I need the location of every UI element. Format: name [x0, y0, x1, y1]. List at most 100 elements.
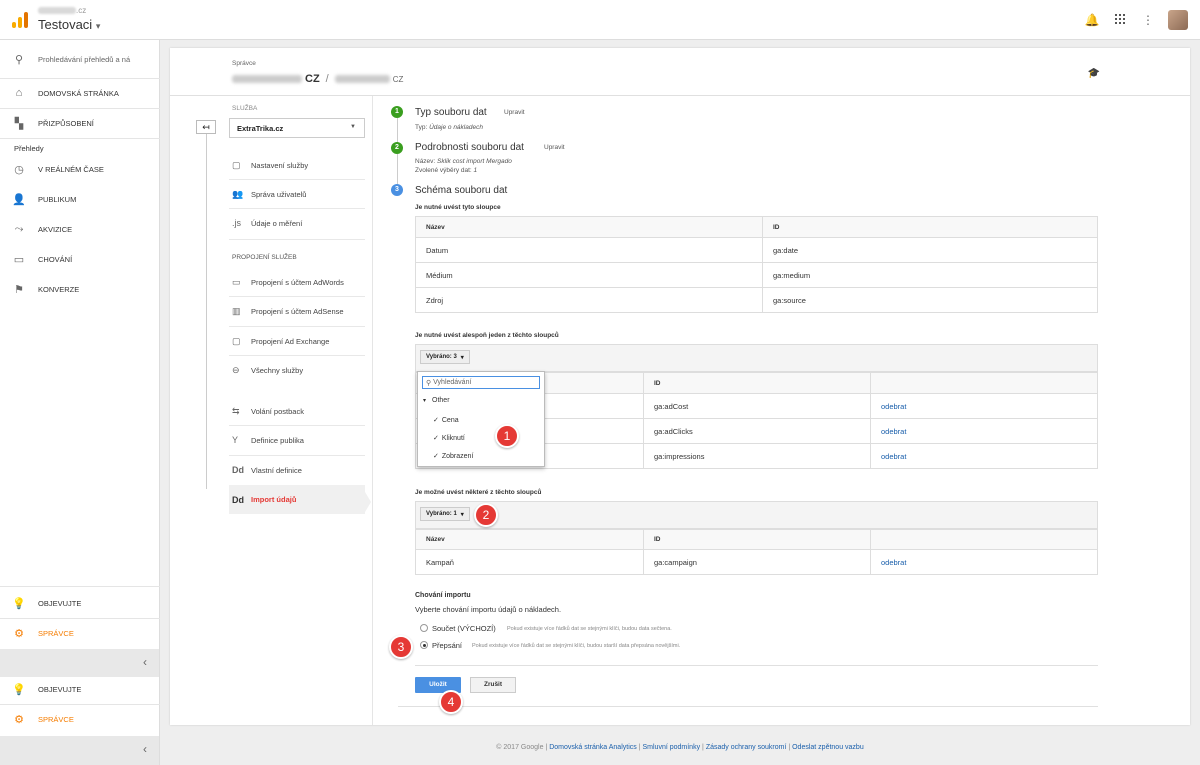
product-linking-heading: PROPOJENÍ SLUŽEB — [232, 254, 297, 261]
more-vert-icon[interactable]: ⋮ — [1140, 13, 1156, 27]
annotation-badge-2: 2 — [474, 503, 498, 527]
account-name-blurred — [232, 75, 302, 83]
table-toolbar — [415, 344, 1098, 372]
nav-conversions[interactable]: ⚑ KONVERZE — [0, 274, 159, 304]
remove-link[interactable]: odebrat — [881, 558, 906, 567]
optional-columns-dropdown[interactable]: Vybráno: 1 ▾ — [420, 507, 470, 521]
footer-link-terms[interactable]: Smluvní podmínky — [643, 744, 701, 751]
bell-icon[interactable]: 🔔 — [1084, 13, 1100, 27]
popup-option-label: Cena — [441, 416, 459, 424]
column-header-action — [870, 372, 1098, 394]
cell-id: ga:date — [762, 237, 1098, 263]
sn-label: Propojení Ad Exchange — [251, 336, 330, 346]
step-1-detail: Typ: Údaje o nákladech — [415, 124, 483, 131]
nav-behavior[interactable]: ▭ CHOVÁNÍ — [0, 244, 159, 274]
sn-adwords-linking[interactable]: ▭ Propojení s účtem AdWords — [229, 268, 365, 296]
sn-tracking-info[interactable]: .js Údaje o měření — [229, 209, 365, 237]
step-2-edit-link[interactable]: Upravit — [544, 144, 565, 151]
back-button[interactable]: ↤ — [196, 120, 216, 134]
nav-customization-label: PŘIZPŮSOBENÍ — [38, 118, 94, 128]
remove-link[interactable]: odebrat — [881, 452, 906, 461]
nav-home[interactable]: ⌂ DOMOVSKÁ STRÁNKA — [0, 78, 159, 108]
nav-behavior-label: CHOVÁNÍ — [38, 254, 73, 264]
nav-audience[interactable]: 👤 PUBLIKUM — [0, 184, 159, 214]
collapse-nav-button[interactable]: ‹ — [0, 649, 159, 677]
radio-overwrite-label[interactable]: Přepsání — [432, 641, 462, 650]
radio-sum[interactable] — [420, 624, 428, 632]
cancel-button[interactable]: Zrušit — [470, 677, 516, 693]
footer-link-home[interactable]: Domovská stránka Analytics — [549, 744, 637, 751]
popup-search-input[interactable]: ⚲ Vyhledávání — [422, 376, 540, 389]
dd-icon: Dd — [232, 494, 244, 505]
cell-name: Médium — [415, 262, 763, 288]
popup-option-cena[interactable]: ✓ Cena — [433, 416, 459, 425]
nav-admin[interactable]: ⚙ SPRÁVCE — [0, 618, 159, 648]
header-divider — [170, 95, 1190, 96]
sn-adsense-linking[interactable]: ▥ Propojení s účtem AdSense — [229, 297, 365, 325]
sn-custom-definitions[interactable]: Dd Vlastní definice — [229, 456, 365, 484]
radio-sum-label[interactable]: Součet (VÝCHOZÍ) — [432, 624, 496, 633]
sn-label: Všechny služby — [251, 365, 304, 375]
nav-search[interactable]: ⚲ Prohledávání přehledů a ná — [0, 48, 159, 70]
sn-user-management[interactable]: 👥 Správa uživatelů — [229, 180, 365, 208]
step-1-detail-value: Údaje o nákladech — [429, 124, 483, 131]
annotation-badge-4: 4 — [439, 690, 463, 714]
cell-id: ga:adCost — [643, 393, 871, 419]
step-1-edit-link[interactable]: Upravit — [504, 109, 525, 116]
column-picker-popup: ⚲ Vyhledávání ▾ Other ✓ Cena ✓ Kliknutí ✓ Zob… — [417, 371, 545, 467]
account-domain: .cz — [38, 6, 86, 15]
sn-property-settings[interactable]: ▢ Nastavení služby — [229, 151, 365, 179]
caret-down-icon: ▾ — [423, 398, 427, 404]
collapse-nav-button-2[interactable]: ‹ — [0, 736, 159, 765]
content-divider — [372, 96, 373, 725]
selected-columns-dropdown[interactable]: Vybráno: 3 ▾ — [420, 350, 470, 364]
step-1-detail-label: Typ: — [415, 124, 428, 131]
popup-group-other[interactable]: ▾ Other — [423, 397, 450, 404]
chevron-down-icon: ▾ — [95, 21, 101, 31]
sn-label: Nastavení služby — [251, 160, 309, 170]
sn-label: Údaje o měření — [251, 218, 303, 228]
sn-adexchange-linking[interactable]: ▢ Propojení Ad Exchange — [229, 327, 365, 355]
breadcrumb-label: Správce — [232, 60, 256, 67]
footer-separator: | — [702, 744, 704, 751]
sn-audience-definitions[interactable]: Y Definice publika — [229, 426, 365, 454]
footer-separator: | — [638, 744, 641, 751]
sn-label: Volání postback — [251, 406, 304, 416]
step-2-name: Název: Sklik cost import Mergado — [415, 158, 512, 165]
top-bar: .cz Testovaci ▾ 🔔 ⋮ — [0, 0, 1200, 40]
nav-discover-2[interactable]: 💡 OBJEVUJTE — [0, 674, 159, 704]
active-indicator — [365, 492, 371, 512]
remove-link[interactable]: odebrat — [881, 427, 906, 436]
apps-grid-icon[interactable] — [1112, 13, 1128, 27]
sn-all-products[interactable]: ⊖ Všechny služby — [229, 356, 365, 384]
sn-data-import[interactable]: Dd Import údajů — [229, 485, 365, 514]
sn-label: Import údajů — [251, 495, 297, 504]
remove-link[interactable]: odebrat — [881, 402, 906, 411]
avatar[interactable] — [1168, 10, 1188, 30]
nav-realtime[interactable]: ◷ V REÁLNÉM ČASE — [0, 154, 159, 184]
adsense-icon: ▥ — [232, 305, 241, 316]
popup-option-zobrazeni[interactable]: ✓ Zobrazení — [433, 452, 473, 461]
property-select[interactable]: ExtraTrika.cz ▼ — [229, 118, 365, 138]
analytics-logo-icon[interactable] — [12, 12, 28, 28]
footer-link-feedback[interactable]: Odeslat zpětnou vazbu — [792, 744, 864, 751]
cell-id: ga:impressions — [643, 443, 871, 469]
table-row: Kampaň ga:campaign odebrat — [415, 549, 1098, 575]
annotation-badge-3: 3 — [389, 635, 413, 659]
nav-discover[interactable]: 💡 OBJEVUJTE — [0, 588, 159, 618]
footer-link-privacy[interactable]: Zásady ochrany soukromí — [706, 744, 787, 751]
popup-option-kliknuti[interactable]: ✓ Kliknutí — [433, 434, 465, 443]
graduation-cap-icon[interactable]: 🎓 — [1088, 68, 1100, 79]
breadcrumb-account-tld: CZ — [305, 73, 320, 85]
sn-label: Vlastní definice — [251, 465, 302, 475]
account-selector[interactable]: Testovaci ▾ — [38, 17, 100, 32]
sn-postbacks[interactable]: ⇆ Volání postback — [229, 397, 365, 425]
radio-overwrite[interactable] — [420, 641, 428, 649]
nav-admin-2[interactable]: ⚙ SPRÁVCE — [0, 704, 159, 734]
nav-acquisition[interactable]: ⤳ AKVIZICE — [0, 214, 159, 244]
chevron-left-icon: ‹ — [143, 655, 147, 669]
cell-id: ga:adClicks — [643, 418, 871, 444]
nav-customization[interactable]: ▚ PŘIZPŮSOBENÍ — [0, 108, 159, 138]
cell-id: ga:source — [762, 287, 1098, 313]
property-name-blurred — [334, 75, 390, 83]
